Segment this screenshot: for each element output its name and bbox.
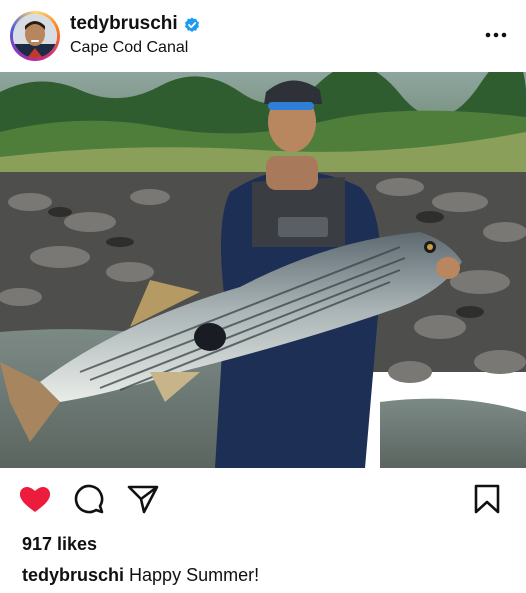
likes-count[interactable]: 917 likes [22, 534, 97, 555]
location-label[interactable]: Cape Cod Canal [70, 39, 188, 57]
more-options-icon[interactable] [482, 24, 510, 44]
avatar[interactable] [10, 11, 60, 61]
post-header: tedybruschi Cape Cod Canal [0, 0, 526, 72]
post-caption: tedybruschi Happy Summer! [22, 565, 259, 586]
post-photo[interactable] [0, 72, 526, 468]
photo-illustration [0, 72, 526, 468]
username[interactable]: tedybruschi [70, 13, 178, 35]
verified-badge-icon [185, 17, 199, 32]
comment-icon[interactable] [73, 483, 105, 515]
avatar-image [13, 14, 57, 58]
heart-icon[interactable] [18, 484, 52, 514]
caption-text: Happy Summer! [129, 565, 260, 585]
post-actions [0, 474, 526, 524]
share-icon[interactable] [127, 484, 159, 514]
caption-username[interactable]: tedybruschi [22, 565, 124, 585]
bookmark-icon[interactable] [474, 484, 500, 514]
